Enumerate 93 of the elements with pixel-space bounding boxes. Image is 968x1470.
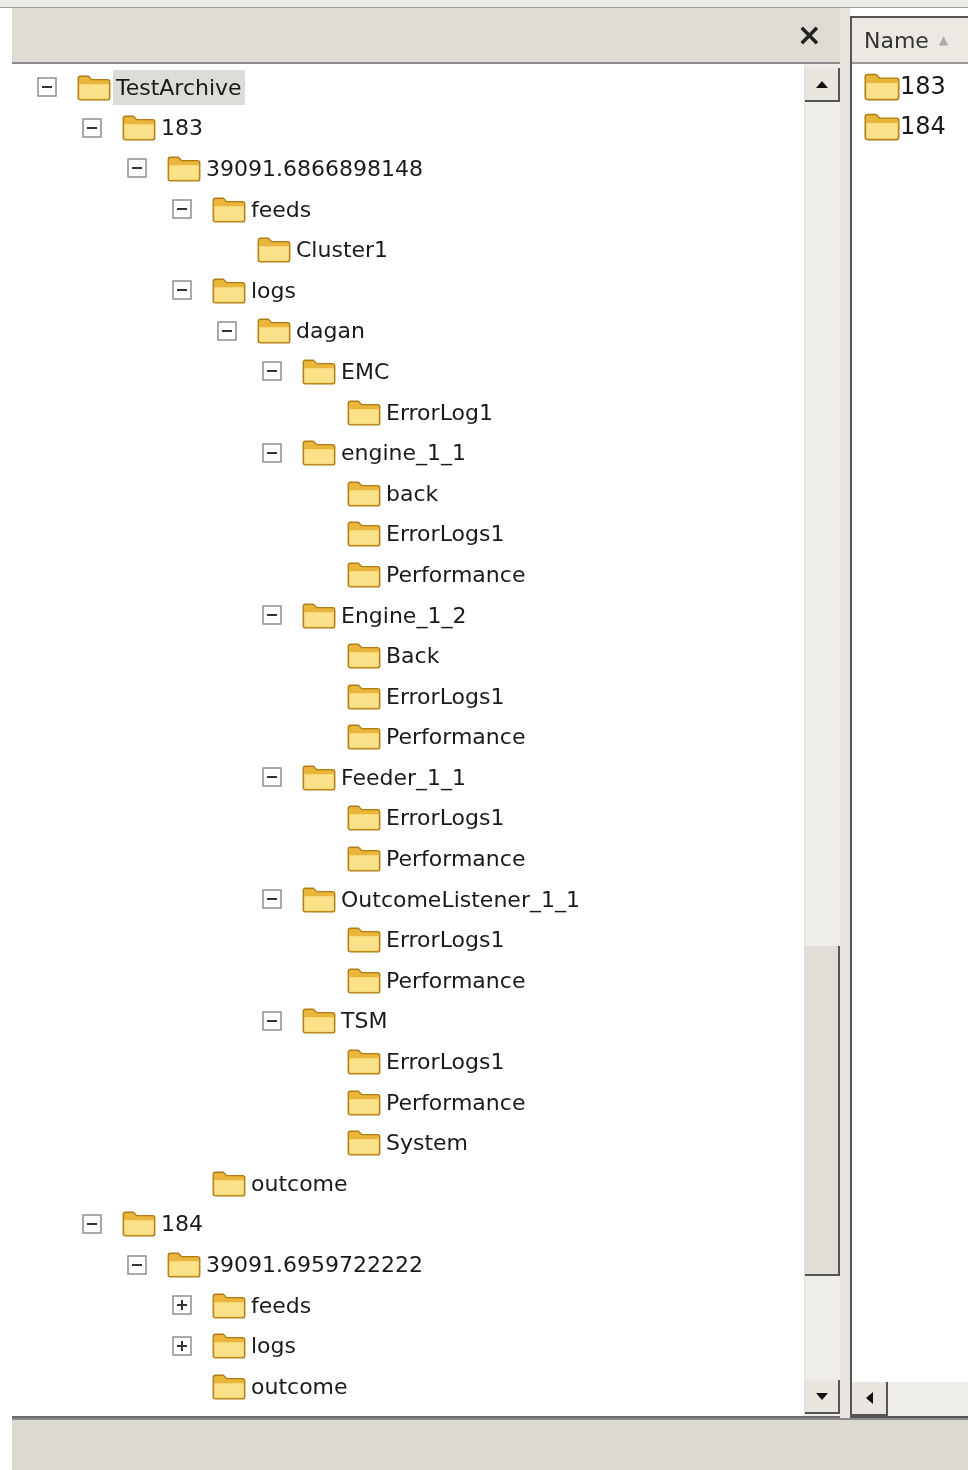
folder-icon bbox=[302, 885, 336, 913]
file-item[interactable]: 183 bbox=[900, 68, 946, 104]
collapse-toggle[interactable] bbox=[262, 605, 282, 625]
collapse-toggle[interactable] bbox=[262, 1010, 282, 1031]
tree-item[interactable]: Engine_1_2 bbox=[338, 597, 470, 633]
folder-icon bbox=[257, 317, 291, 345]
tree-item[interactable]: 39091.6866898148 bbox=[203, 151, 426, 186]
folder-icon bbox=[347, 560, 381, 588]
tree-item[interactable]: OutcomeListener_1_1 bbox=[338, 881, 583, 917]
folder-icon bbox=[347, 642, 381, 670]
tree-item[interactable]: engine_1_1 bbox=[338, 435, 470, 471]
collapse-toggle[interactable] bbox=[262, 442, 282, 463]
tree-item[interactable]: Performance bbox=[383, 1084, 529, 1120]
up-arrow-icon bbox=[815, 80, 828, 88]
tree-item[interactable]: dagan bbox=[293, 313, 368, 349]
scroll-down-button[interactable] bbox=[805, 1380, 840, 1414]
expand-toggle[interactable] bbox=[172, 1335, 192, 1356]
collapse-toggle[interactable] bbox=[262, 361, 282, 382]
tree-item[interactable]: EMC bbox=[338, 353, 393, 389]
tree-item[interactable]: Performance bbox=[383, 962, 529, 998]
collapse-toggle[interactable] bbox=[262, 767, 282, 788]
folder-icon bbox=[302, 763, 336, 791]
tree-item[interactable]: Cluster1 bbox=[293, 232, 392, 268]
tree-item[interactable]: ErrorLogs1 bbox=[383, 922, 508, 958]
folder-icon bbox=[302, 439, 336, 467]
folder-icon bbox=[347, 966, 381, 994]
folder-icon bbox=[347, 1048, 381, 1076]
close-button[interactable]: × bbox=[796, 20, 822, 50]
folder-icon bbox=[302, 601, 336, 629]
folder-icon bbox=[212, 1332, 246, 1360]
folder-icon bbox=[347, 1129, 381, 1157]
folder-icon bbox=[302, 1007, 336, 1035]
folder-icon bbox=[347, 398, 381, 426]
folder-icon bbox=[347, 1088, 381, 1116]
tree-item[interactable]: Performance bbox=[383, 841, 529, 877]
folder-icon bbox=[212, 195, 246, 223]
folder-icon bbox=[347, 926, 381, 954]
folder-icon bbox=[212, 1372, 246, 1400]
folder-icon bbox=[864, 111, 900, 141]
tree-item[interactable]: Performance bbox=[383, 719, 529, 755]
expand-toggle[interactable] bbox=[172, 1295, 192, 1316]
tree-item[interactable]: Performance bbox=[383, 556, 529, 592]
collapse-toggle[interactable] bbox=[217, 320, 237, 341]
folder-icon bbox=[347, 520, 381, 548]
tree-item[interactable]: ErrorLogs1 bbox=[383, 678, 508, 714]
tree-item[interactable]: feeds bbox=[248, 191, 315, 227]
collapse-toggle[interactable] bbox=[82, 1213, 102, 1234]
tree-item[interactable]: 184 bbox=[158, 1206, 206, 1242]
tree-item[interactable]: 183 bbox=[158, 110, 206, 146]
folder-icon bbox=[122, 114, 156, 142]
tree-item[interactable]: outcome bbox=[248, 1165, 351, 1201]
tree-item[interactable]: feeds bbox=[248, 1287, 315, 1323]
down-arrow-icon bbox=[815, 1392, 828, 1400]
tree-item[interactable]: Feeder_1_1 bbox=[338, 759, 470, 795]
folder-icon bbox=[167, 155, 201, 182]
tree-item[interactable]: TSM bbox=[338, 1003, 391, 1039]
tree-item[interactable]: back bbox=[383, 475, 442, 511]
scroll-left-button[interactable] bbox=[852, 1382, 888, 1416]
tree-item[interactable]: System bbox=[383, 1125, 472, 1161]
tree-item[interactable]: ErrorLogs1 bbox=[383, 1044, 508, 1080]
collapse-toggle[interactable] bbox=[172, 280, 192, 301]
tree-item[interactable]: ErrorLogs1 bbox=[383, 800, 508, 836]
collapse-toggle[interactable] bbox=[37, 77, 57, 98]
collapse-toggle[interactable] bbox=[172, 199, 192, 220]
file-item[interactable]: 184 bbox=[900, 108, 946, 144]
collapse-toggle[interactable] bbox=[82, 117, 102, 138]
folder-icon bbox=[347, 682, 381, 710]
tree-item[interactable]: 39091.6959722222 bbox=[203, 1247, 426, 1282]
folder-icon bbox=[77, 73, 111, 101]
tree-item[interactable]: Back bbox=[383, 638, 443, 674]
collapse-toggle[interactable] bbox=[262, 889, 282, 910]
folder-icon bbox=[167, 1251, 201, 1278]
folder-icon bbox=[347, 804, 381, 832]
folder-icon bbox=[347, 723, 381, 751]
folder-icon bbox=[347, 845, 381, 873]
folder-icon bbox=[302, 357, 336, 385]
tree-item[interactable]: logs bbox=[248, 1328, 299, 1364]
tree-item[interactable]: TestArchive bbox=[113, 69, 245, 105]
folder-icon bbox=[257, 236, 291, 264]
folder-icon bbox=[864, 71, 900, 101]
left-arrow-icon bbox=[865, 1392, 873, 1404]
scroll-up-button[interactable] bbox=[805, 68, 840, 102]
tree-item[interactable]: ErrorLogs1 bbox=[383, 516, 508, 552]
folder-icon bbox=[212, 1169, 246, 1197]
folder-icon bbox=[212, 1291, 246, 1319]
folder-icon bbox=[212, 276, 246, 304]
collapse-toggle[interactable] bbox=[127, 1254, 147, 1275]
tree-item[interactable]: ErrorLog1 bbox=[383, 394, 496, 430]
folder-icon bbox=[122, 1210, 156, 1238]
tree-item[interactable]: outcome bbox=[248, 1368, 351, 1404]
folder-icon bbox=[347, 479, 381, 507]
tree-item[interactable]: logs bbox=[248, 272, 299, 308]
collapse-toggle[interactable] bbox=[127, 158, 147, 179]
